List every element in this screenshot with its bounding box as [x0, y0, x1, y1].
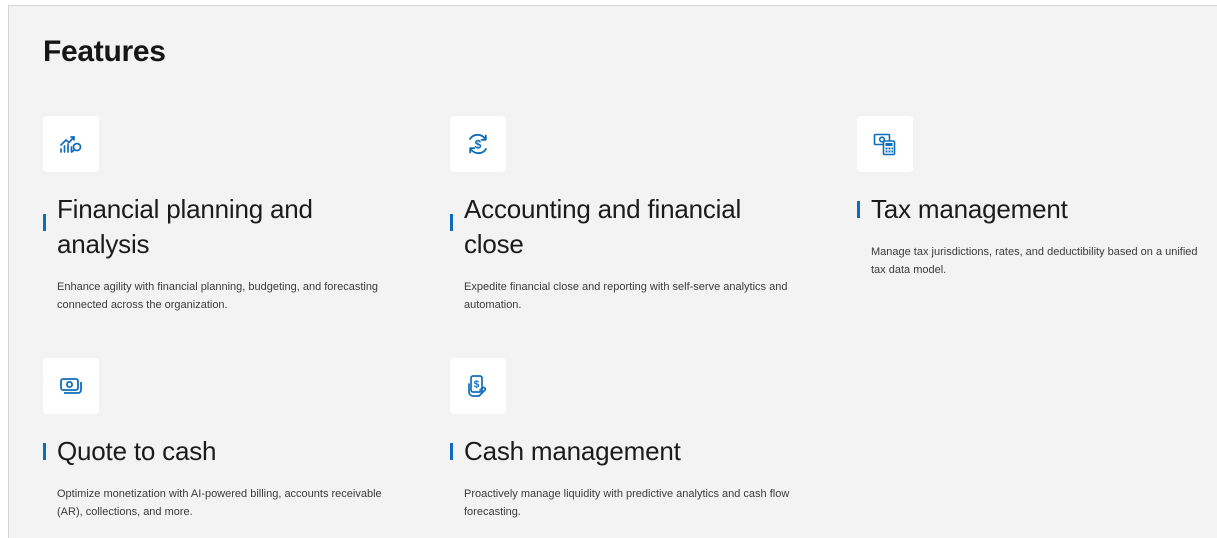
- feature-card-accounting-close: $ Accounting and financial close Expedit…: [450, 116, 795, 314]
- feature-icon-tile: $: [450, 358, 506, 414]
- feature-description: Expedite financial close and reporting w…: [464, 281, 788, 311]
- feature-card-financial-planning: Financial planning and analysis Enhance …: [43, 116, 388, 314]
- feature-icon-tile: [43, 358, 99, 414]
- page-title: Features: [43, 35, 166, 68]
- feature-icon-tile: [857, 116, 913, 172]
- money-stack-icon: [60, 378, 82, 394]
- money-calculator-icon: [873, 133, 896, 156]
- feature-description: Proactively manage liquidity with predic…: [464, 488, 790, 518]
- feature-title: Tax management: [871, 194, 1068, 224]
- feature-title: Accounting and financial close: [464, 194, 742, 259]
- accent-bar: [43, 443, 46, 460]
- svg-text:$: $: [474, 380, 480, 391]
- accent-bar: [450, 443, 453, 460]
- features-section: Features Financial planning and analysis…: [8, 5, 1217, 538]
- feature-icon-tile: $: [450, 116, 506, 172]
- feature-description: Optimize monetization with AI-powered bi…: [57, 488, 382, 518]
- feature-icon-tile: [43, 116, 99, 172]
- feature-title: Quote to cash: [57, 436, 217, 466]
- feature-description: Manage tax jurisdictions, rates, and ded…: [871, 246, 1198, 276]
- feature-description: Enhance agility with financial planning,…: [57, 281, 379, 311]
- chart-search-icon: [60, 136, 82, 153]
- accent-bar: [857, 201, 860, 218]
- currency-sync-icon: $: [469, 133, 487, 155]
- feature-title: Financial planning and analysis: [57, 194, 313, 259]
- feature-card-tax-management: Tax management Manage tax jurisdictions,…: [857, 116, 1202, 279]
- feature-card-cash-management: $ Cash management Proactively manage liq…: [450, 358, 795, 521]
- svg-text:$: $: [475, 138, 482, 152]
- accent-bar: [450, 214, 453, 231]
- feature-card-quote-to-cash: Quote to cash Optimize monetization with…: [43, 358, 388, 521]
- hand-money-icon: $: [468, 375, 487, 397]
- accent-bar: [43, 214, 46, 231]
- feature-title: Cash management: [464, 436, 681, 466]
